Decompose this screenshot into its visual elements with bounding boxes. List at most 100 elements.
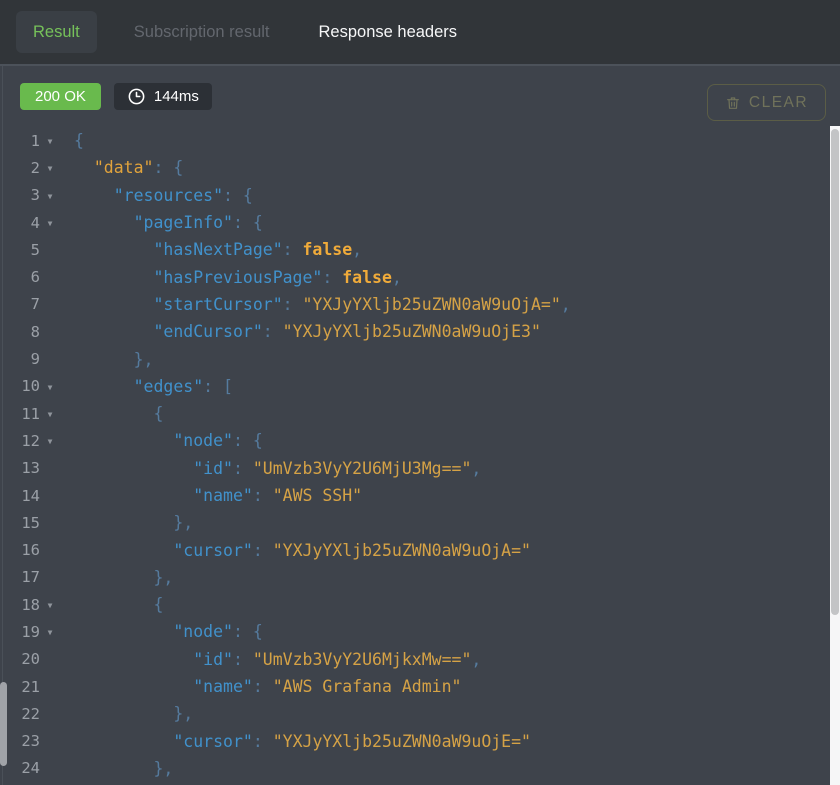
- clear-button[interactable]: CLEAR: [707, 84, 826, 121]
- fold-arrow-placeholder: [40, 767, 60, 769]
- line-number: 2: [0, 159, 40, 177]
- line-number: 16: [0, 541, 40, 559]
- fold-arrow-icon[interactable]: ▼: [40, 190, 60, 201]
- line-number: 3: [0, 186, 40, 204]
- fold-arrow-placeholder: [40, 249, 60, 251]
- line-number: 17: [0, 568, 40, 586]
- fold-arrow-icon[interactable]: ▼: [40, 162, 60, 173]
- fold-arrow-placeholder: [40, 303, 60, 305]
- response-panel: Result Subscription result Response head…: [0, 0, 840, 785]
- code-line: 20 "id": "UmVzb3VyY2U6MjkxMw==",: [0, 646, 830, 673]
- code-text: "node": {: [74, 431, 263, 450]
- code-line: 5 "hasNextPage": false,: [0, 236, 830, 263]
- fold-arrow-icon[interactable]: ▼: [40, 626, 60, 637]
- fold-arrow-placeholder: [40, 658, 60, 660]
- code-text: "hasNextPage": false,: [74, 240, 362, 259]
- result-tab-bar: Result Subscription result Response head…: [0, 0, 840, 66]
- code-line: 19▼ "node": {: [0, 618, 830, 645]
- fold-arrow-icon[interactable]: ▼: [40, 217, 60, 228]
- code-line: 13 "id": "UmVzb3VyY2U6MjU3Mg==",: [0, 455, 830, 482]
- line-number: 10: [0, 377, 40, 395]
- code-line: 22 },: [0, 700, 830, 727]
- code-text: "data": {: [74, 158, 183, 177]
- fold-arrow-icon[interactable]: ▼: [40, 381, 60, 392]
- fold-arrow-placeholder: [40, 576, 60, 578]
- fold-arrow-placeholder: [40, 686, 60, 688]
- code-line: 12▼ "node": {: [0, 427, 830, 454]
- code-text: },: [74, 704, 193, 723]
- code-text: },: [74, 568, 173, 587]
- clear-button-label: CLEAR: [749, 94, 808, 112]
- vertical-scrollbar[interactable]: [830, 126, 840, 785]
- response-time-value: 144ms: [154, 88, 199, 105]
- trash-icon: [725, 95, 741, 111]
- line-number: 13: [0, 459, 40, 477]
- line-number: 14: [0, 487, 40, 505]
- status-code-badge: 200 OK: [20, 83, 101, 110]
- code-text: },: [74, 759, 173, 778]
- line-number: 6: [0, 268, 40, 286]
- code-text: "name": "AWS SSH": [74, 486, 362, 505]
- line-number: 11: [0, 405, 40, 423]
- code-text: {: [74, 404, 163, 423]
- code-text: },: [74, 350, 153, 369]
- fold-arrow-placeholder: [40, 331, 60, 333]
- fold-arrow-icon[interactable]: ▼: [40, 135, 60, 146]
- code-line: 4▼ "pageInfo": {: [0, 209, 830, 236]
- code-line: 1▼ {: [0, 127, 830, 154]
- code-text: "node": {: [74, 622, 263, 641]
- response-time-badge: 144ms: [114, 83, 212, 110]
- line-number: 19: [0, 623, 40, 641]
- code-text: "name": "AWS Grafana Admin": [74, 677, 461, 696]
- code-text: "id": "UmVzb3VyY2U6MjU3Mg==",: [74, 459, 481, 478]
- fold-arrow-placeholder: [40, 740, 60, 742]
- code-text: "cursor": "YXJyYXljb25uZWN0aW9uOjA=": [74, 541, 531, 560]
- line-number: 4: [0, 214, 40, 232]
- line-number: 7: [0, 295, 40, 313]
- line-number: 1: [0, 132, 40, 150]
- fold-arrow-placeholder: [40, 495, 60, 497]
- code-line: 18▼ {: [0, 591, 830, 618]
- fold-arrow-placeholder: [40, 549, 60, 551]
- code-text: "id": "UmVzb3VyY2U6MjkxMw==",: [74, 650, 481, 669]
- code-line: 16 "cursor": "YXJyYXljb25uZWN0aW9uOjA=": [0, 536, 830, 563]
- code-line: 17 },: [0, 564, 830, 591]
- fold-arrow-placeholder: [40, 467, 60, 469]
- code-line: 10▼ "edges": [: [0, 373, 830, 400]
- code-line: 7 "startCursor": "YXJyYXljb25uZWN0aW9uOj…: [0, 291, 830, 318]
- line-number: 20: [0, 650, 40, 668]
- code-line: 21 "name": "AWS Grafana Admin": [0, 673, 830, 700]
- tab-subscription-result[interactable]: Subscription result: [134, 24, 270, 41]
- code-text: "cursor": "YXJyYXljb25uZWN0aW9uOjE=": [74, 732, 531, 751]
- code-line: 6 "hasPreviousPage": false,: [0, 263, 830, 290]
- line-number: 15: [0, 514, 40, 532]
- line-number: 5: [0, 241, 40, 259]
- status-badges: 200 OK 144ms: [20, 83, 826, 110]
- code-text: {: [74, 595, 163, 614]
- scrollbar-thumb[interactable]: [831, 129, 839, 615]
- fold-arrow-placeholder: [40, 276, 60, 278]
- clock-icon: [127, 87, 146, 106]
- fold-arrow-icon[interactable]: ▼: [40, 435, 60, 446]
- code-line: 24 },: [0, 755, 830, 782]
- code-line: 11▼ {: [0, 400, 830, 427]
- code-text: "startCursor": "YXJyYXljb25uZWN0aW9uOjA=…: [74, 295, 571, 314]
- fold-arrow-placeholder: [40, 522, 60, 524]
- code-line: 9 },: [0, 345, 830, 372]
- fold-arrow-placeholder: [40, 713, 60, 715]
- fold-arrow-icon[interactable]: ▼: [40, 408, 60, 419]
- code-text: "pageInfo": {: [74, 213, 263, 232]
- code-line: 15 },: [0, 509, 830, 536]
- code-line: 8 "endCursor": "YXJyYXljb25uZWN0aW9uOjE3…: [0, 318, 830, 345]
- result-json-viewer[interactable]: 1▼{2▼ "data": {3▼ "resources": {4▼ "page…: [0, 127, 830, 785]
- code-text: "hasPreviousPage": false,: [74, 268, 402, 287]
- tab-result[interactable]: Result: [16, 11, 97, 54]
- code-text: "resources": {: [74, 186, 253, 205]
- code-line: 2▼ "data": {: [0, 154, 830, 181]
- status-bar: 200 OK 144ms CLEAR: [20, 83, 826, 123]
- fold-arrow-icon[interactable]: ▼: [40, 599, 60, 610]
- left-scrollbar-thumb[interactable]: [0, 682, 7, 766]
- code-text: {: [74, 131, 84, 150]
- tab-response-headers[interactable]: Response headers: [319, 24, 458, 41]
- line-number: 18: [0, 596, 40, 614]
